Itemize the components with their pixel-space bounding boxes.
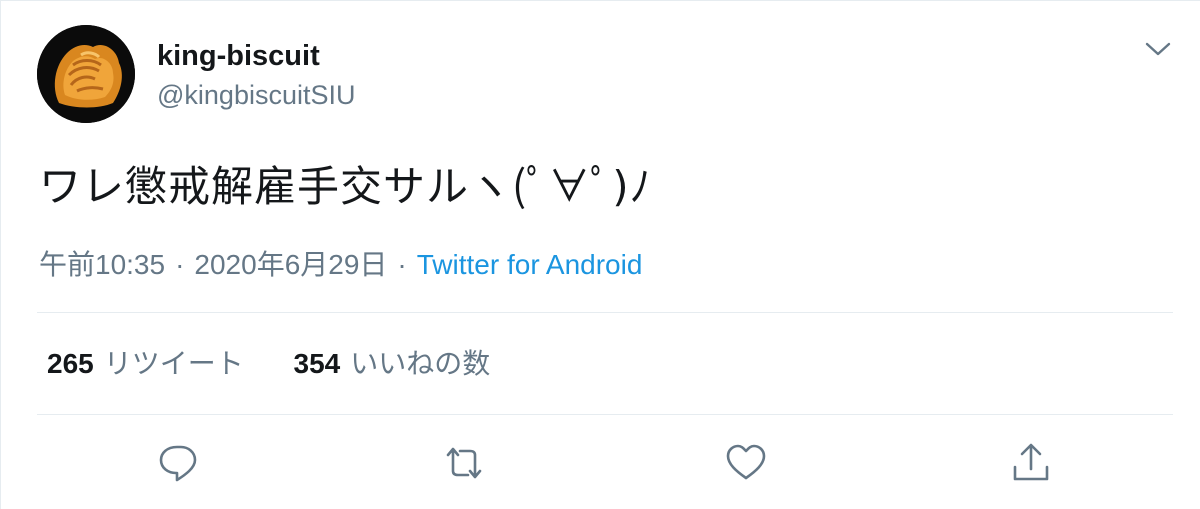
chevron-down-icon[interactable] [1143, 37, 1173, 61]
retweet-label: リツイート [103, 348, 244, 379]
divider [37, 414, 1173, 415]
tweet-meta: 午前10:35 · 2020年6月29日 · Twitter for Android [39, 247, 642, 283]
share-icon [1013, 443, 1049, 481]
retweet-icon [446, 447, 482, 479]
share-button[interactable] [1009, 441, 1053, 485]
meta-separator: · [175, 249, 185, 280]
tweet-card: king-biscuit @kingbiscuitSIU ワレ懲戒解雇手交サルヽ… [0, 0, 1200, 509]
avatar[interactable] [37, 25, 135, 123]
retweet-stat[interactable]: 265 リツイート [47, 346, 244, 382]
like-button[interactable] [724, 441, 768, 485]
tweet-date[interactable]: 2020年6月29日 [194, 249, 387, 280]
divider [37, 312, 1173, 313]
tweet-text: ワレ懲戒解雇手交サルヽ(ﾟ∀ﾟ)ﾉ [39, 162, 652, 211]
author-handle[interactable]: @kingbiscuitSIU [157, 79, 355, 111]
heart-icon [726, 444, 766, 480]
retweet-button[interactable] [442, 441, 486, 485]
likes-count: 354 [293, 348, 341, 379]
likes-label: いいねの数 [350, 348, 491, 379]
reply-icon [159, 445, 197, 482]
tweet-source-link[interactable]: Twitter for Android [417, 249, 643, 280]
tweet-time[interactable]: 午前10:35 [39, 249, 165, 280]
avatar-image [37, 25, 135, 123]
tweet-stats: 265 リツイート 354 いいねの数 [47, 346, 490, 382]
meta-separator: · [397, 249, 407, 280]
reply-button[interactable] [157, 441, 201, 485]
author-name[interactable]: king-biscuit [157, 39, 320, 73]
likes-stat[interactable]: 354 いいねの数 [294, 346, 491, 382]
retweet-count: 265 [47, 348, 94, 379]
